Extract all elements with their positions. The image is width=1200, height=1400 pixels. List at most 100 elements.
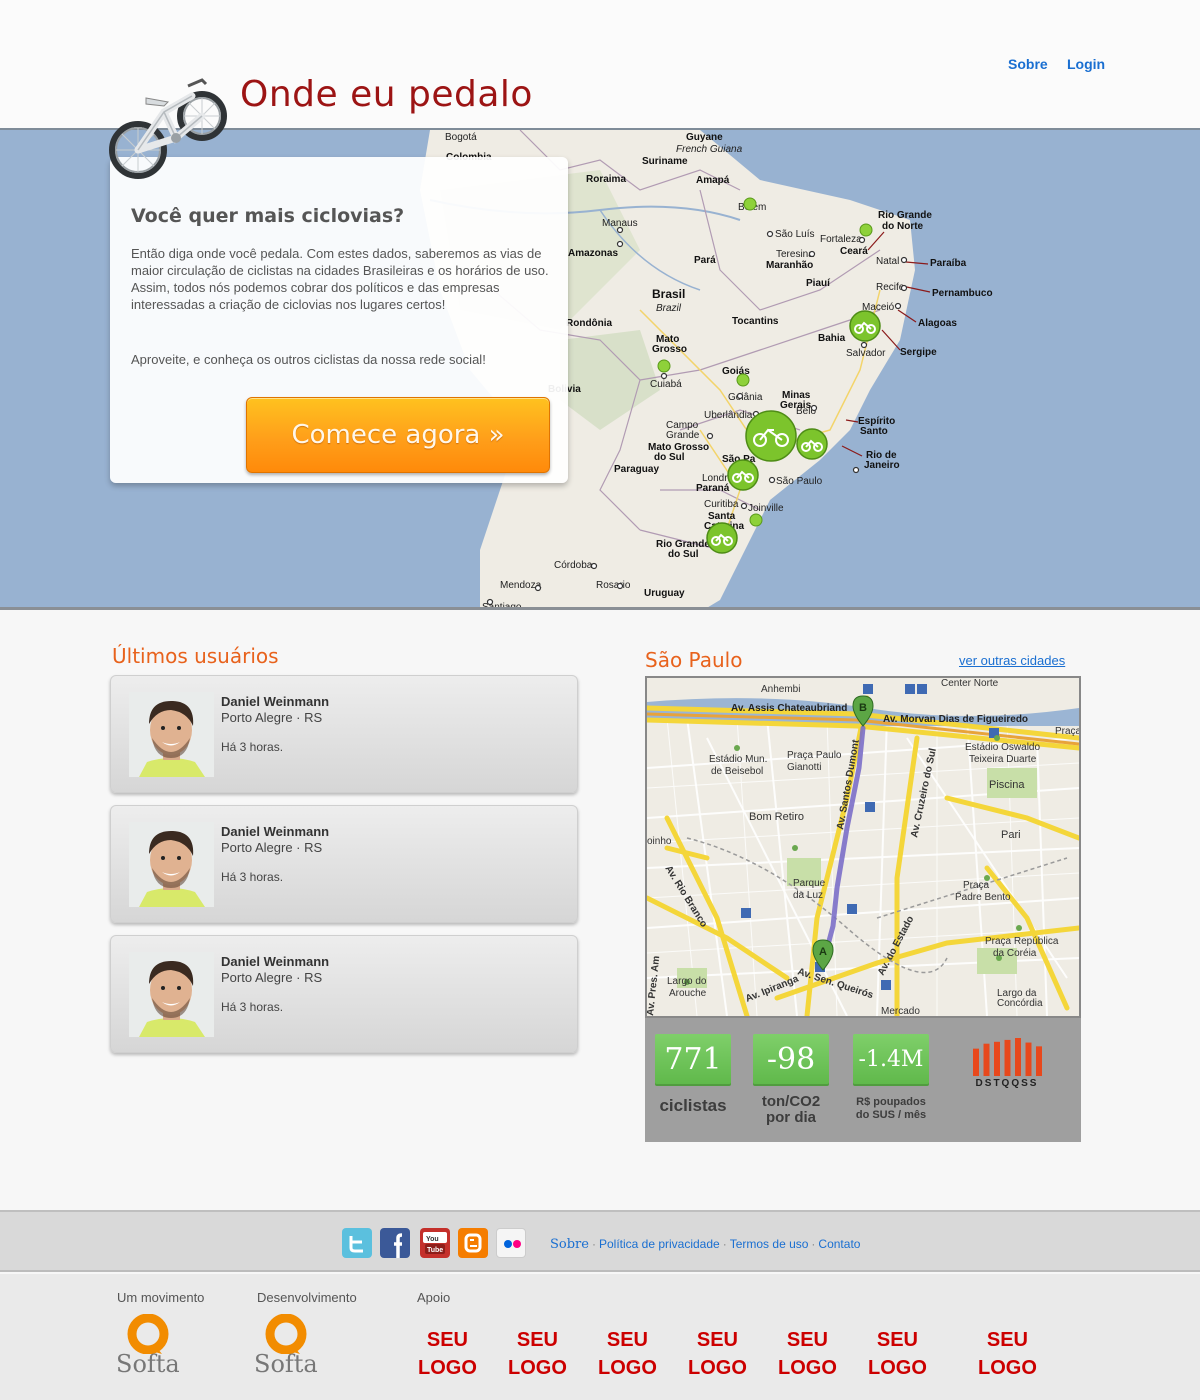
map-label: Pari [1001,829,1021,841]
sponsor-logo-line: SEU [516,1329,558,1351]
softa-logo-text: Softa [116,1350,180,1378]
user-card[interactable]: Daniel Weinmann Porto Alegre · RS Há 3 h… [110,675,578,793]
map-label-rn2: do Norte [882,221,924,232]
map-label: Guyane [686,132,723,143]
map-label: Alagoas [918,318,957,329]
softa-logo[interactable]: Softa [114,1313,184,1386]
map-label: Av. Assis Chateaubriand [731,703,847,714]
map-label: Uruguay [644,588,685,599]
development-heading: Desenvolvimento [257,1290,357,1305]
map-label-est2: de Beisebol [711,766,763,777]
sponsor-logo[interactable]: SEU LOGO [868,1326,927,1382]
map-label: Ceará [840,246,868,257]
map-label-pb1: Praça [963,880,990,891]
sponsor-logo-line: LOGO [778,1357,837,1379]
map-label: Anhembi [761,684,800,695]
nav-login-link[interactable]: Login [1067,56,1105,72]
map-label-rs2: do Sul [668,549,699,560]
map-label: Roraima [586,174,626,185]
user-avatar[interactable] [129,822,214,907]
map-label-pb2: Padre Bento [955,892,1011,903]
map-label: Joinville [748,503,784,514]
map-label: Paraíba [930,258,967,269]
youtube-icon[interactable]: You Tube [420,1228,450,1258]
map-label-es2: Santo [860,426,888,437]
sponsor-logo[interactable]: SEU LOGO [778,1326,837,1382]
map-label: Brazil [656,303,682,314]
map-label: Paraguay [614,464,659,475]
map-label-eo1: Estádio Oswaldo [965,742,1040,753]
bicycle-logo-icon[interactable] [106,68,230,186]
weekday-bar [1004,1039,1011,1076]
co2-label-1: ton/CO2 [761,1093,821,1110]
map-label-la1: Largo do [667,976,707,987]
user-name[interactable]: Daniel Weinmann [221,694,329,709]
map-label: Cuiabá [650,379,682,390]
sponsor-logo-line: SEU [696,1329,738,1351]
map-label: Teresina [776,249,814,260]
sponsor-logo[interactable]: SEU LOGO [508,1326,567,1382]
map-label-eo2: Teixeira Duarte [969,754,1037,765]
user-card[interactable]: Daniel Weinmann Porto Alegre · RS Há 3 h… [110,805,578,923]
footer-link-sobre[interactable]: Sobre [550,1237,589,1252]
map-label: Goiânia [728,392,763,403]
sponsor-logo[interactable]: SEU LOGO [418,1326,477,1382]
blogger-icon[interactable] [458,1228,488,1258]
softa-logo-mark-icon [127,1313,169,1355]
user-name[interactable]: Daniel Weinmann [221,824,329,839]
user-location: Porto Alegre · RS [221,970,323,985]
map-label: Uberlândia [704,410,753,421]
user-avatar[interactable] [129,692,214,777]
map-label: Rosario [596,580,631,591]
sponsor-logo[interactable]: SEU LOGO [688,1326,747,1382]
nav-sobre-link[interactable]: Sobre [1008,56,1048,72]
map-label: Piscina [989,779,1025,791]
footer-credits: Um movimento Desenvolvimento Apoio Softa… [0,1274,1200,1400]
sponsor-logo-line: SEU [606,1329,648,1351]
sponsor-logo-line: LOGO [598,1357,657,1379]
footer-links-bar: You Tube Sobre · Política de privacidade · Te… [0,1210,1200,1272]
map-label-rc1: Praça República [985,936,1059,947]
weekday-bar [994,1041,1000,1076]
sponsor-logo[interactable]: SEU LOGO [978,1326,1037,1382]
intro-panel: Você quer mais ciclovias? Então diga ond… [110,157,568,483]
user-time: Há 3 horas. [221,870,284,884]
start-now-button[interactable]: Comece agora » [246,397,550,473]
user-avatar[interactable] [129,952,214,1037]
user-name[interactable]: Daniel Weinmann [221,954,329,969]
city-stats-bar: 771 ciclistas -98 ton/CO2 por dia -1.4M … [645,1018,1081,1142]
cyclists-label: ciclistas [659,1096,727,1115]
map-label: Suriname [642,156,688,167]
flickr-icon[interactable] [496,1228,526,1258]
map-label: Fortaleza [820,234,862,245]
other-cities-link[interactable]: ver outras cidades [959,653,1065,668]
svg-text:Tube: Tube [427,1247,443,1254]
map-label: Bom Retiro [749,811,804,823]
map-label: Praça [1055,726,1079,737]
city-route-map[interactable]: Anhembi Center Norte Av. Assis Chateaubr… [645,676,1081,1018]
map-label: Curitiba [704,499,739,510]
map-label-pl2: da Luz [793,890,823,901]
map-label-ms2: do Sul [654,452,685,463]
weekday-bar [1036,1046,1042,1076]
map-label-la2: Arouche [669,988,707,999]
map-label-cg2: Grande [666,430,700,441]
site-title[interactable]: Onde eu pedalo [240,74,533,115]
weekday-bar [973,1048,979,1076]
footer-link-contato[interactable]: Contato [818,1237,860,1251]
facebook-icon[interactable] [380,1228,410,1258]
user-location: Porto Alegre · RS [221,840,323,855]
user-card[interactable]: Daniel Weinmann Porto Alegre · RS Há 3 h… [110,935,578,1053]
user-time: Há 3 horas. [221,740,284,754]
footer-link-privacidade[interactable]: Política de privacidade [599,1237,720,1251]
sponsor-logo[interactable]: SEU LOGO [598,1326,657,1382]
money-label-2: do SUS / mês [855,1109,927,1121]
twitter-icon[interactable] [342,1228,372,1258]
softa-logo[interactable]: Softa [252,1313,322,1386]
map-label-pp2: Gianotti [787,762,821,773]
softa-logo-text: Softa [254,1350,318,1378]
intro-heading: Você quer mais ciclovias? [131,205,405,227]
user-location: Porto Alegre · RS [221,710,323,725]
sponsor-logo-line: LOGO [868,1357,927,1379]
footer-link-termos[interactable]: Termos de uso [730,1237,809,1251]
